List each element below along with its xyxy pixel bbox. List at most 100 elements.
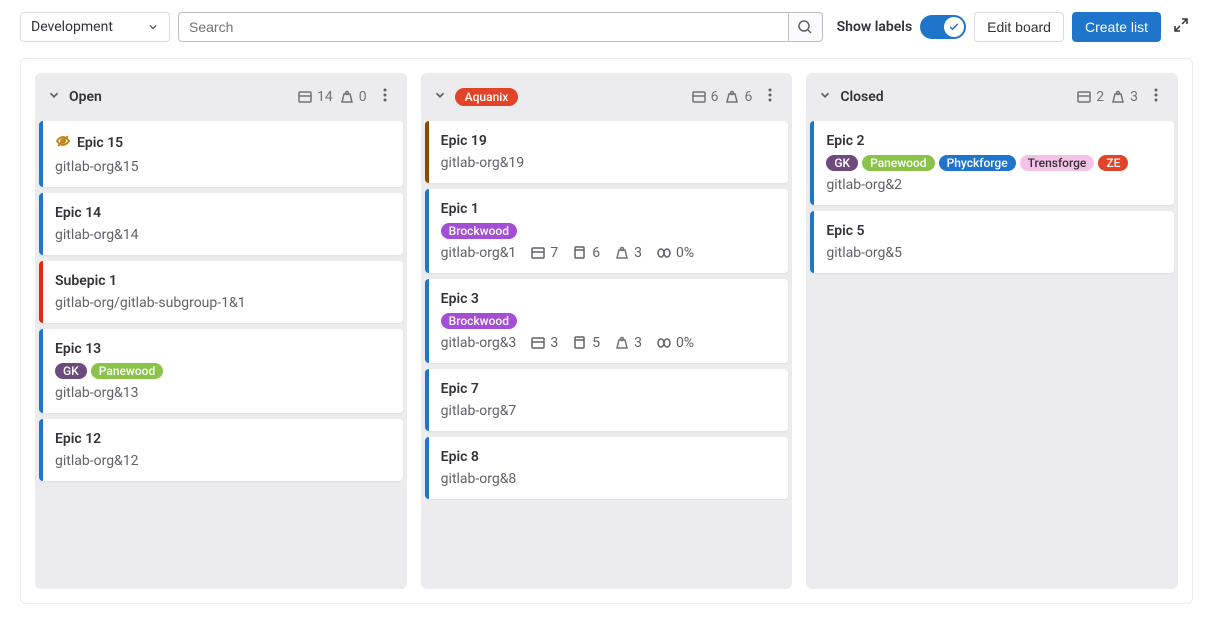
epic-count: 14	[297, 89, 333, 105]
card-title: Epic 13	[55, 341, 101, 357]
expand-button[interactable]	[1169, 13, 1193, 41]
card-footer: gitlab-org&2	[826, 177, 1162, 193]
child-epics-stat: 6	[572, 245, 600, 261]
weight-stat: 3	[614, 335, 642, 351]
card-footer: gitlab-org&1 7 6 3 0%	[441, 245, 777, 261]
board-area: Open 14 0 Epic 15 gitlab-org&15 Epic 14 …	[0, 54, 1213, 620]
card-reference: gitlab-org&14	[55, 227, 139, 243]
weight-count: 0	[339, 89, 367, 105]
card-title: Epic 1	[441, 201, 479, 217]
weight-count: 3	[1110, 89, 1138, 105]
card-footer: gitlab-org&3 3 5 3 0%	[441, 335, 777, 351]
card-labels: GKPanewood PhyckforgeTrensforgeZE	[826, 155, 1162, 171]
child-epics-stat: 5	[572, 335, 600, 351]
card-title: Epic 3	[441, 291, 479, 307]
label-chip[interactable]: Brockwood	[441, 313, 517, 329]
epic-card[interactable]: Epic 8 gitlab-org&8	[425, 437, 789, 499]
card-reference: gitlab-org&8	[441, 471, 517, 487]
collapse-list-button[interactable]	[816, 86, 834, 108]
list-cards: Epic 19 gitlab-org&19 Epic 1 Brockwood g…	[421, 121, 793, 505]
list-header: Open 14 0	[35, 73, 407, 121]
label-chip[interactable]: Trensforge	[1020, 155, 1095, 171]
card-footer: gitlab-org&7	[441, 403, 777, 419]
label-chip[interactable]: Phyckforge	[939, 155, 1016, 171]
card-reference: gitlab-org&2	[826, 177, 902, 193]
list-header: Aquanix 6 6	[421, 73, 793, 121]
board-dropdown[interactable]: Development	[20, 12, 170, 42]
epic-card[interactable]: Epic 5 gitlab-org&5	[810, 211, 1174, 273]
card-title-row: Epic 5	[826, 223, 1162, 239]
search-input[interactable]	[178, 12, 789, 42]
label-chip[interactable]: GK	[826, 155, 858, 171]
card-title: Subepic 1	[55, 273, 117, 289]
toggle-thumb	[944, 17, 964, 37]
epic-card[interactable]: Subepic 1 gitlab-org/gitlab-subgroup-1&1	[39, 261, 403, 323]
toolbar: Development Show labels Edit board Creat…	[0, 0, 1213, 54]
issues-stat: 3	[530, 335, 558, 351]
card-title-row: Subepic 1	[55, 273, 391, 289]
issues-stat: 7	[530, 245, 558, 261]
list-cards: Epic 15 gitlab-org&15 Epic 14 gitlab-org…	[35, 121, 407, 487]
card-title-row: Epic 13	[55, 341, 391, 357]
card-labels: Brockwood	[441, 223, 777, 239]
epic-card[interactable]: Epic 2 GKPanewoodPhyckforgeTrensforgeZE …	[810, 121, 1174, 205]
card-title: Epic 8	[441, 449, 479, 465]
board-inner: Open 14 0 Epic 15 gitlab-org&15 Epic 14 …	[20, 58, 1193, 604]
list-title-label: Aquanix	[455, 88, 519, 106]
progress-stat: 0%	[656, 245, 694, 261]
epic-card[interactable]: Epic 1 Brockwood gitlab-org&1 7 6 3 0%	[425, 189, 789, 273]
edit-board-button[interactable]: Edit board	[974, 12, 1064, 42]
epic-card[interactable]: Epic 12 gitlab-org&12	[39, 419, 403, 481]
epic-card[interactable]: Epic 7 gitlab-org&7	[425, 369, 789, 431]
list-menu-button[interactable]	[758, 83, 782, 111]
search-button[interactable]	[789, 12, 823, 42]
board-list: Open 14 0 Epic 15 gitlab-org&15 Epic 14 …	[35, 73, 407, 589]
check-icon	[948, 21, 960, 33]
label-chip[interactable]: Panewood	[91, 363, 163, 379]
epic-card[interactable]: Epic 3 Brockwood gitlab-org&3 3 5 3 0%	[425, 279, 789, 363]
card-labels: GKPanewood	[55, 363, 391, 379]
collapse-list-button[interactable]	[431, 86, 449, 108]
card-title-row: Epic 3	[441, 291, 777, 307]
show-labels-toggle[interactable]	[920, 15, 966, 39]
epic-card[interactable]: Epic 15 gitlab-org&15	[39, 121, 403, 187]
label-chip[interactable]: ZE	[1098, 155, 1128, 171]
list-title: Open	[69, 89, 102, 105]
label-chip[interactable]: Panewood	[862, 155, 934, 171]
epic-card[interactable]: Epic 19 gitlab-org&19	[425, 121, 789, 183]
card-title-row: Epic 1	[441, 201, 777, 217]
collapse-list-button[interactable]	[45, 86, 63, 108]
card-reference: gitlab-org/gitlab-subgroup-1&1	[55, 295, 246, 311]
card-title: Epic 14	[55, 205, 101, 221]
epic-card[interactable]: Epic 14 gitlab-org&14	[39, 193, 403, 255]
card-title-row: Epic 12	[55, 431, 391, 447]
card-footer: gitlab-org&12	[55, 453, 391, 469]
search-icon	[797, 19, 813, 35]
card-title-row: Epic 8	[441, 449, 777, 465]
list-menu-button[interactable]	[373, 83, 397, 111]
card-footer: gitlab-org&8	[441, 471, 777, 487]
weight-count: 6	[724, 89, 752, 105]
epic-card[interactable]: Epic 13 GKPanewood gitlab-org&13	[39, 329, 403, 413]
label-chip[interactable]: Brockwood	[441, 223, 517, 239]
card-title: Epic 7	[441, 381, 479, 397]
weight-stat: 3	[614, 245, 642, 261]
progress-stat: 0%	[656, 335, 694, 351]
show-labels-label: Show labels	[837, 19, 913, 35]
epic-count: 6	[691, 89, 719, 105]
confidential-icon	[55, 133, 71, 153]
list-header: Closed 2 3	[806, 73, 1178, 121]
card-footer: gitlab-org&15	[55, 159, 391, 175]
epic-count: 2	[1076, 89, 1104, 105]
card-reference: gitlab-org&1	[441, 245, 517, 261]
card-footer: gitlab-org/gitlab-subgroup-1&1	[55, 295, 391, 311]
expand-icon	[1173, 17, 1189, 33]
create-list-button[interactable]: Create list	[1072, 12, 1161, 42]
list-menu-button[interactable]	[1144, 83, 1168, 111]
label-chip[interactable]: GK	[55, 363, 87, 379]
card-reference: gitlab-org&5	[826, 245, 902, 261]
card-reference: gitlab-org&15	[55, 159, 139, 175]
card-footer: gitlab-org&14	[55, 227, 391, 243]
card-title-row: Epic 19	[441, 133, 777, 149]
card-title-row: Epic 14	[55, 205, 391, 221]
